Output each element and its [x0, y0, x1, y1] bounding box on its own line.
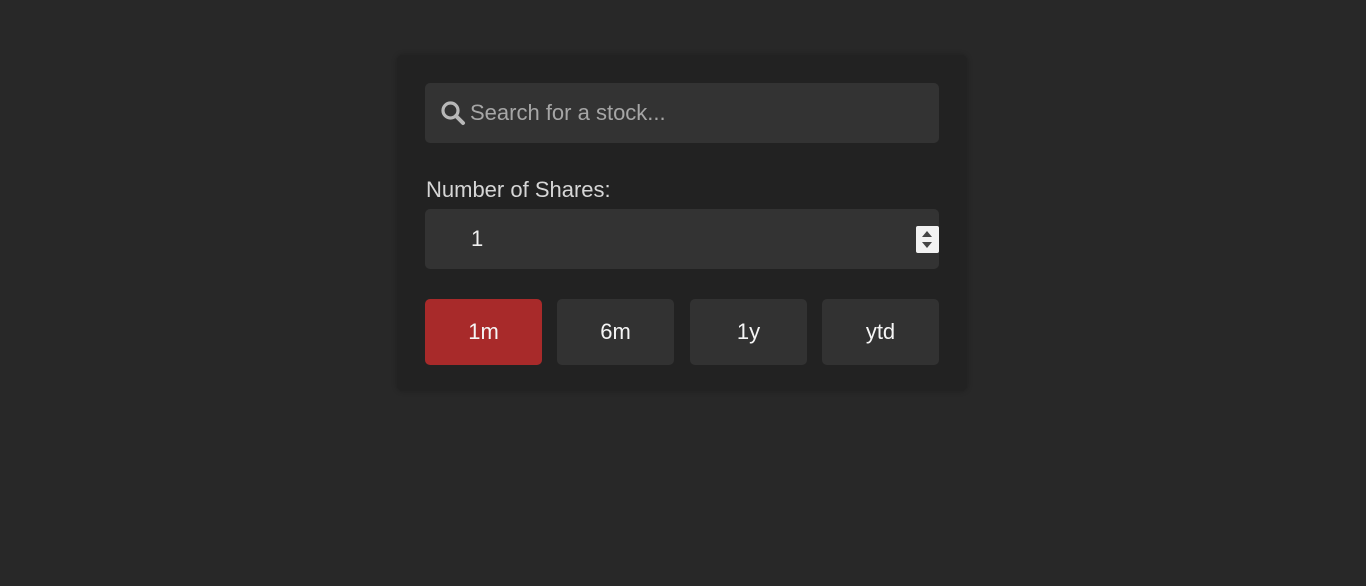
stepper-down-icon[interactable]	[922, 242, 932, 248]
shares-field[interactable]: 1	[425, 209, 939, 269]
range-button-1m[interactable]: 1m	[425, 299, 542, 365]
shares-input-value[interactable]: 1	[471, 209, 483, 269]
search-icon	[441, 101, 465, 125]
stepper-up-icon[interactable]	[922, 231, 932, 237]
range-button-ytd[interactable]: ytd	[822, 299, 939, 365]
shares-label: Number of Shares:	[426, 177, 611, 202]
range-button-6m[interactable]: 6m	[557, 299, 674, 365]
stock-panel: Number of Shares: 1 1m 6m 1y ytd	[397, 55, 967, 391]
range-button-1y[interactable]: 1y	[690, 299, 807, 365]
search-box[interactable]	[425, 83, 939, 143]
quantity-stepper[interactable]	[916, 226, 939, 253]
search-input[interactable]	[470, 83, 930, 143]
